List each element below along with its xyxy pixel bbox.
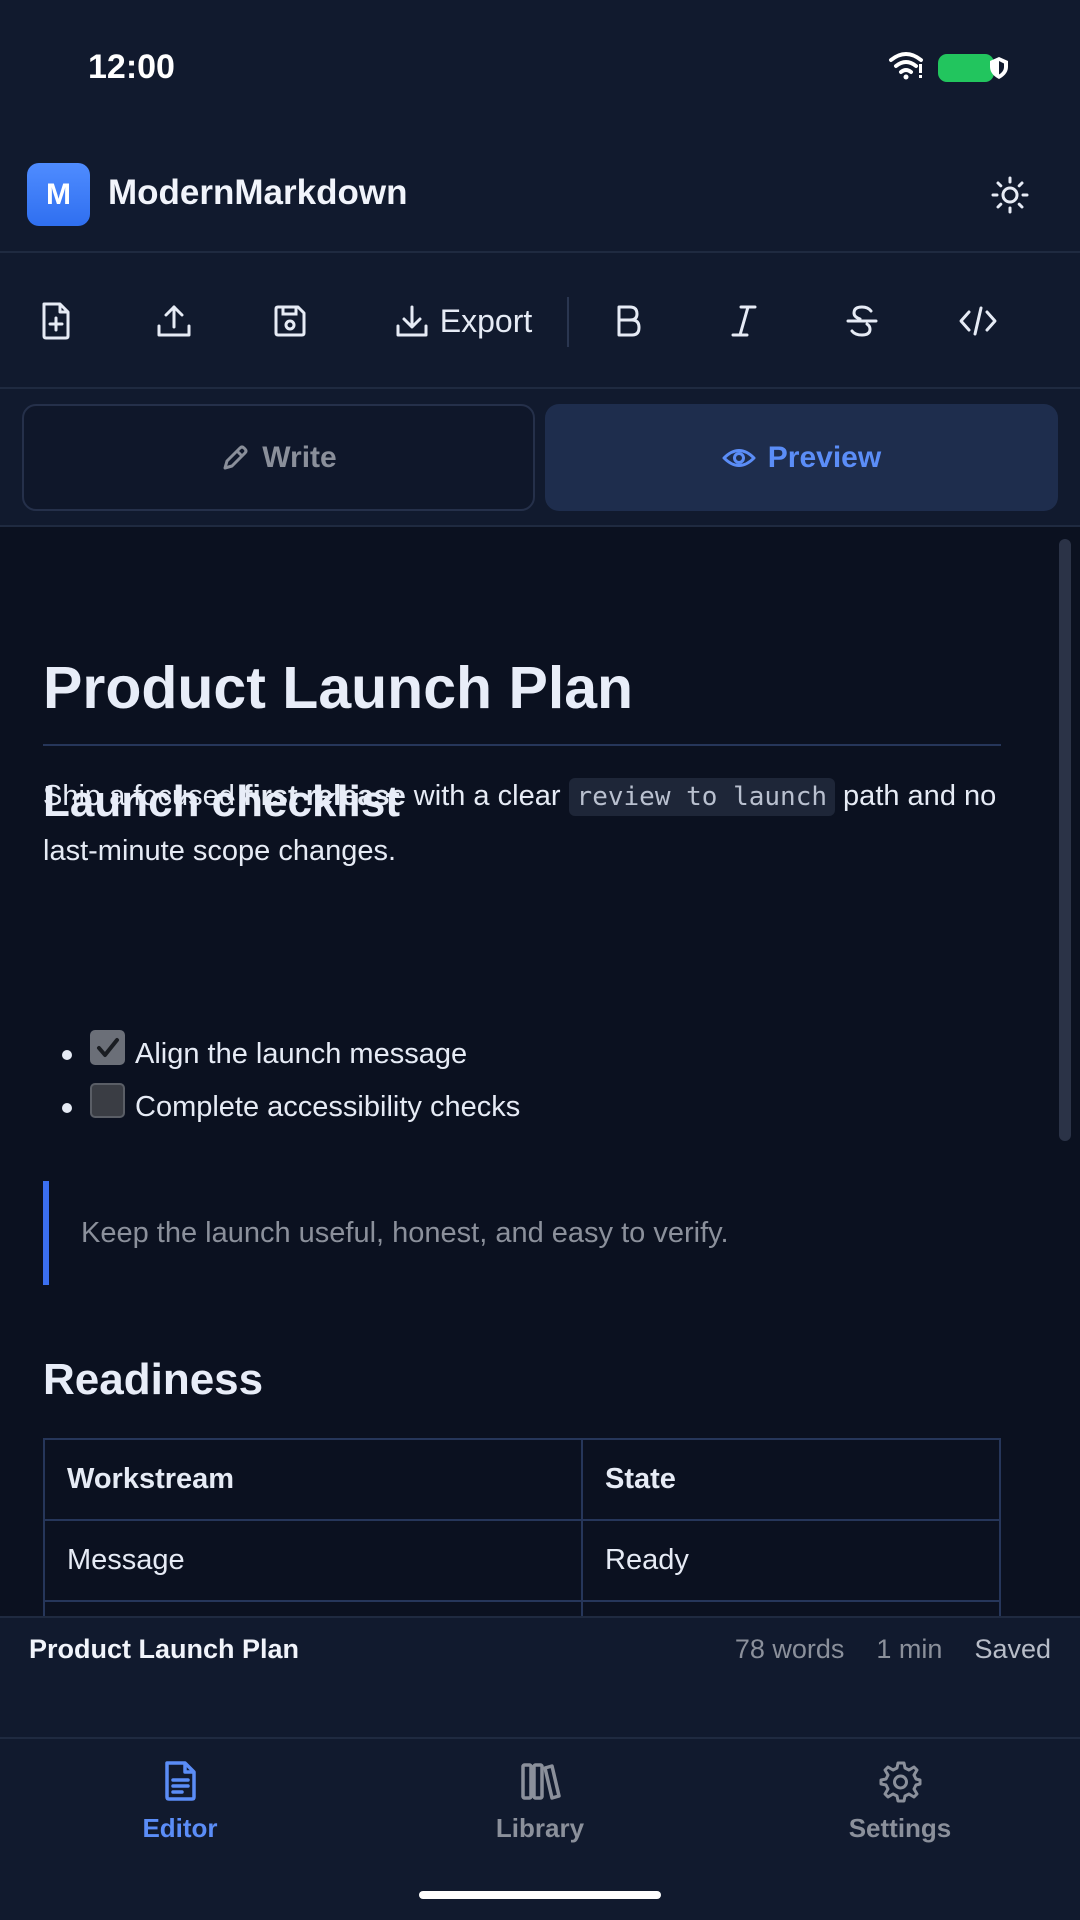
sun-icon xyxy=(991,176,1029,214)
checklist-item: Align the launch message xyxy=(62,1030,468,1071)
italic-icon xyxy=(731,305,757,337)
footer-doc-name: Product Launch Plan xyxy=(29,1634,300,1664)
document-icon xyxy=(165,1761,196,1801)
checkbox-unchecked[interactable] xyxy=(90,1083,125,1118)
table-header-cell: State xyxy=(581,1438,1001,1521)
nav-library[interactable]: Library xyxy=(390,1759,690,1844)
checklist-item-label: Align the launch message xyxy=(135,1038,468,1070)
strikethrough-icon xyxy=(846,305,878,337)
nav-editor[interactable]: Editor xyxy=(30,1759,330,1844)
code-icon xyxy=(959,306,997,336)
document-status-bar: Product Launch Plan 78 words 1 min Saved xyxy=(0,1616,1080,1737)
status-bar: 12:00 xyxy=(0,0,1080,135)
preview-pane[interactable]: Product Launch Plan Ship a focused first… xyxy=(0,529,1080,1616)
save-status: Saved xyxy=(974,1634,1051,1664)
table-cell: Ready xyxy=(581,1519,1001,1602)
tab-write-label: Write xyxy=(262,440,337,474)
bold-button[interactable] xyxy=(602,293,654,349)
checklist-heading-text: Launch checklist xyxy=(43,777,401,826)
app-title: ModernMarkdown xyxy=(108,173,408,212)
bottom-navigation: Editor Library Settings xyxy=(0,1737,1080,1920)
table-cell xyxy=(43,1600,583,1616)
bullet xyxy=(62,1102,72,1113)
table-row xyxy=(43,1600,1001,1616)
save-button[interactable] xyxy=(264,293,316,349)
blockquote: Keep the launch useful, honest, and easy… xyxy=(43,1181,1003,1285)
status-time: 12:00 xyxy=(88,48,175,86)
status-icons xyxy=(888,50,1008,85)
nav-editor-label: Editor xyxy=(142,1813,218,1843)
save-icon xyxy=(274,305,306,337)
table-row: Message Ready xyxy=(43,1519,1001,1602)
word-count: 78 words xyxy=(734,1634,845,1664)
check-icon xyxy=(96,1037,119,1057)
tab-preview-label: Preview xyxy=(767,440,882,474)
gear-icon xyxy=(879,1761,922,1803)
italic-button[interactable] xyxy=(718,293,770,349)
eye-icon xyxy=(722,448,756,467)
table-cell: Message xyxy=(43,1519,583,1602)
code-button[interactable] xyxy=(952,293,1004,349)
new-file-button[interactable] xyxy=(30,293,82,349)
inline-code: review to launch xyxy=(568,778,835,816)
formatting-toolbar: Export xyxy=(0,253,1080,389)
battery-icon xyxy=(938,53,1008,82)
bold-icon xyxy=(617,305,641,337)
nav-settings[interactable]: Settings xyxy=(750,1759,1050,1844)
document-stats: 78 words 1 min Saved xyxy=(735,1634,1051,1665)
app-logo: M xyxy=(27,163,90,226)
nav-library-label: Library xyxy=(495,1813,585,1843)
library-icon xyxy=(521,1763,561,1800)
theme-toggle-button[interactable] xyxy=(984,169,1036,221)
upload-button[interactable] xyxy=(148,293,200,349)
scrollbar-thumb[interactable] xyxy=(1059,539,1071,1141)
table-cell xyxy=(581,1600,1001,1616)
shield-icon xyxy=(990,56,1008,79)
export-button[interactable]: Export xyxy=(388,293,538,349)
home-indicator[interactable] xyxy=(419,1891,661,1899)
title-divider xyxy=(43,744,1001,746)
upload-icon xyxy=(157,305,191,337)
checklist-item-label: Complete accessibility checks xyxy=(135,1091,521,1123)
tab-preview[interactable]: Preview xyxy=(545,404,1058,511)
file-plus-icon xyxy=(42,302,70,340)
app-bar: M ModernMarkdown xyxy=(0,135,1080,253)
document-title: Product Launch Plan xyxy=(43,655,634,721)
checklist-item: Complete accessibility checks xyxy=(62,1083,521,1124)
wifi-icon xyxy=(888,50,924,85)
checkbox-checked[interactable] xyxy=(90,1030,125,1065)
read-time: 1 min xyxy=(876,1634,943,1664)
readiness-heading: Readiness xyxy=(43,1355,264,1404)
readiness-table: Workstream State Message Ready xyxy=(43,1438,1001,1616)
mode-tabs: Write Preview xyxy=(0,389,1080,527)
nav-settings-label: Settings xyxy=(848,1813,952,1843)
pencil-icon xyxy=(223,445,248,469)
toolbar-divider xyxy=(567,297,569,347)
table-header-cell: Workstream xyxy=(43,1438,583,1521)
strikethrough-button[interactable] xyxy=(836,293,888,349)
intro-text: with a clear xyxy=(405,780,569,812)
tab-write[interactable]: Write xyxy=(22,404,535,511)
download-icon xyxy=(396,305,428,337)
bullet xyxy=(62,1049,72,1060)
export-label: Export xyxy=(439,302,533,339)
table-header-row: Workstream State xyxy=(43,1438,1001,1521)
